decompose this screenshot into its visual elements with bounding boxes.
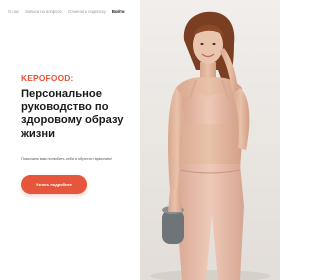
nav-item-login[interactable]: Войти	[112, 9, 125, 14]
left-hand	[168, 190, 182, 212]
woman-photo-illustration	[140, 0, 280, 280]
nav-item-records[interactable]: Записи на вопросе	[25, 9, 62, 14]
foam-roller	[162, 210, 184, 244]
left-eye	[200, 43, 204, 45]
nav-item-unsubscribe[interactable]: Отменить подписку	[68, 9, 106, 14]
learn-more-button[interactable]: Узнать подробнее	[21, 175, 87, 194]
brand-name: KEPOFOOD:	[21, 73, 74, 83]
hero-headline: Персональное руководство по здоровому об…	[21, 88, 124, 140]
right-eye	[212, 43, 216, 45]
sports-bra	[184, 93, 234, 125]
nav-item-about[interactable]: О нас	[8, 9, 19, 14]
hero-photo	[140, 0, 280, 280]
hero-left-panel: О нас Записи на вопросе Отменить подписк…	[0, 0, 140, 280]
hero-subtext: Помогаем вам полюбить себя и обрести гар…	[21, 157, 112, 161]
top-nav: О нас Записи на вопросе Отменить подписк…	[8, 9, 138, 14]
